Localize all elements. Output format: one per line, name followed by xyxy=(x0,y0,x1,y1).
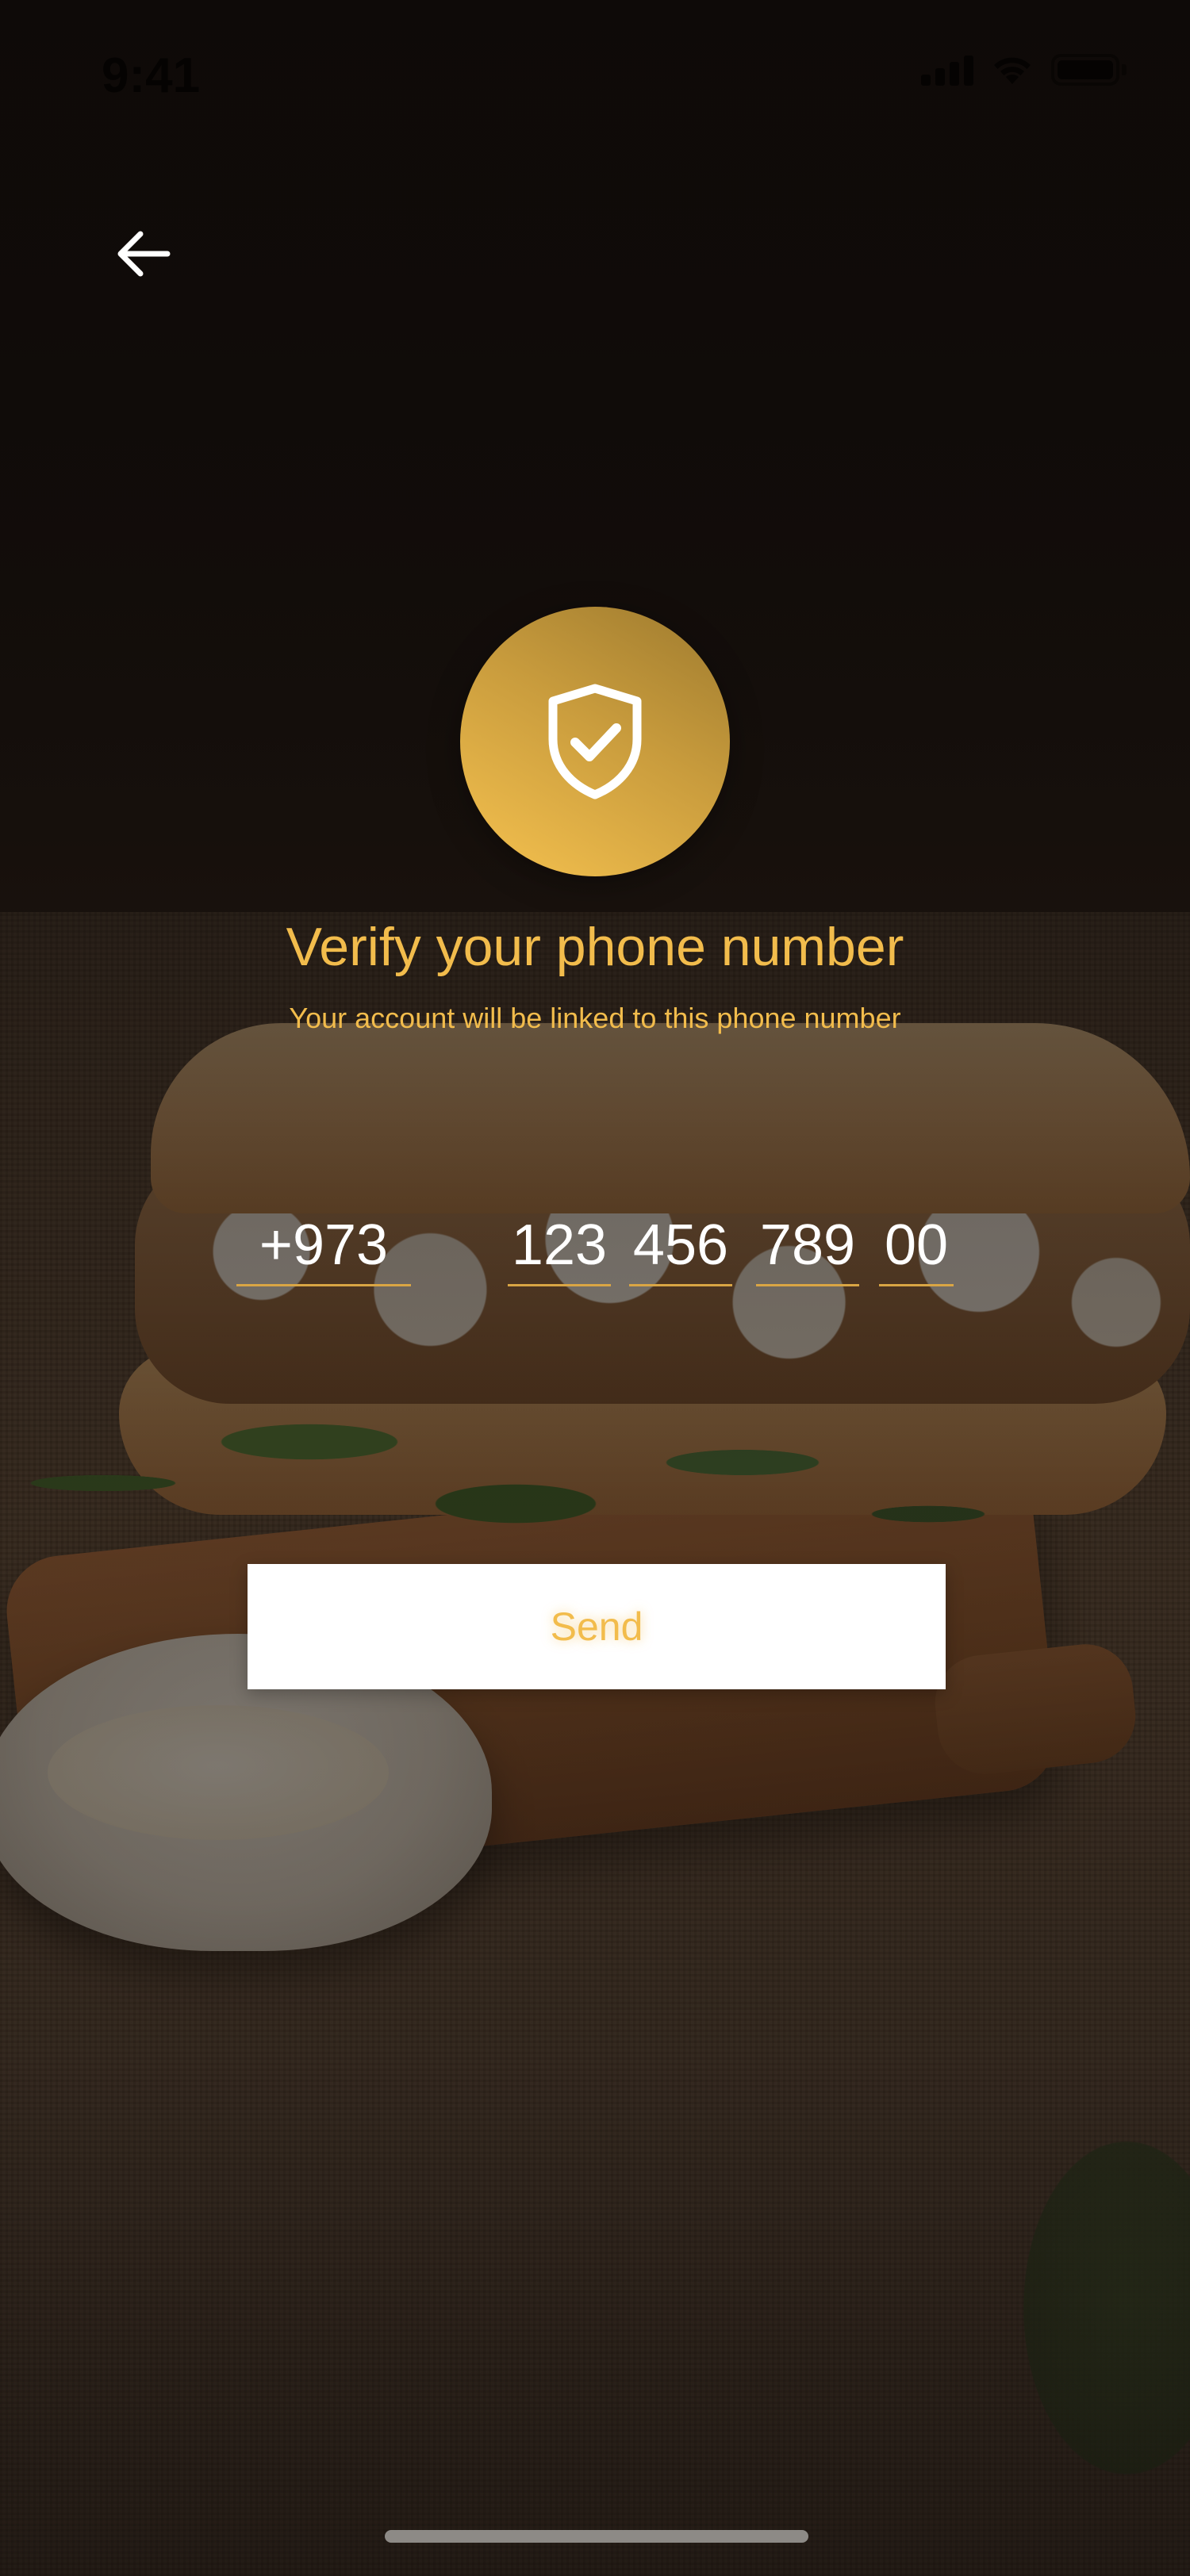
phone-segment-1-field[interactable]: 123 xyxy=(508,1198,611,1286)
page-subtitle: Your account will be linked to this phon… xyxy=(289,1002,901,1034)
battery-icon xyxy=(1051,54,1127,86)
verification-badge xyxy=(460,607,730,876)
shield-check-icon xyxy=(548,684,642,799)
verify-phone-screen: 9:41 Verify your phone number Your accou… xyxy=(0,0,1190,2576)
status-bar: 9:41 xyxy=(0,0,1190,151)
wifi-icon xyxy=(994,57,1031,84)
send-button[interactable]: Send xyxy=(248,1564,946,1689)
phone-segment-2-field[interactable]: 456 xyxy=(629,1198,732,1286)
cellular-signal-icon xyxy=(921,54,973,86)
status-time: 9:41 xyxy=(102,48,201,103)
back-button[interactable] xyxy=(103,214,182,293)
phone-segment-3-field[interactable]: 789 xyxy=(756,1198,859,1286)
phone-number-row: +973 123 456 789 00 xyxy=(0,1198,1190,1301)
status-icons xyxy=(921,54,1127,86)
page-title: Verify your phone number xyxy=(286,917,904,977)
country-code-field[interactable]: +973 xyxy=(236,1198,411,1286)
phone-segment-4-field[interactable]: 00 xyxy=(879,1198,954,1286)
arrow-left-icon xyxy=(117,231,171,277)
home-indicator[interactable] xyxy=(385,2530,808,2543)
